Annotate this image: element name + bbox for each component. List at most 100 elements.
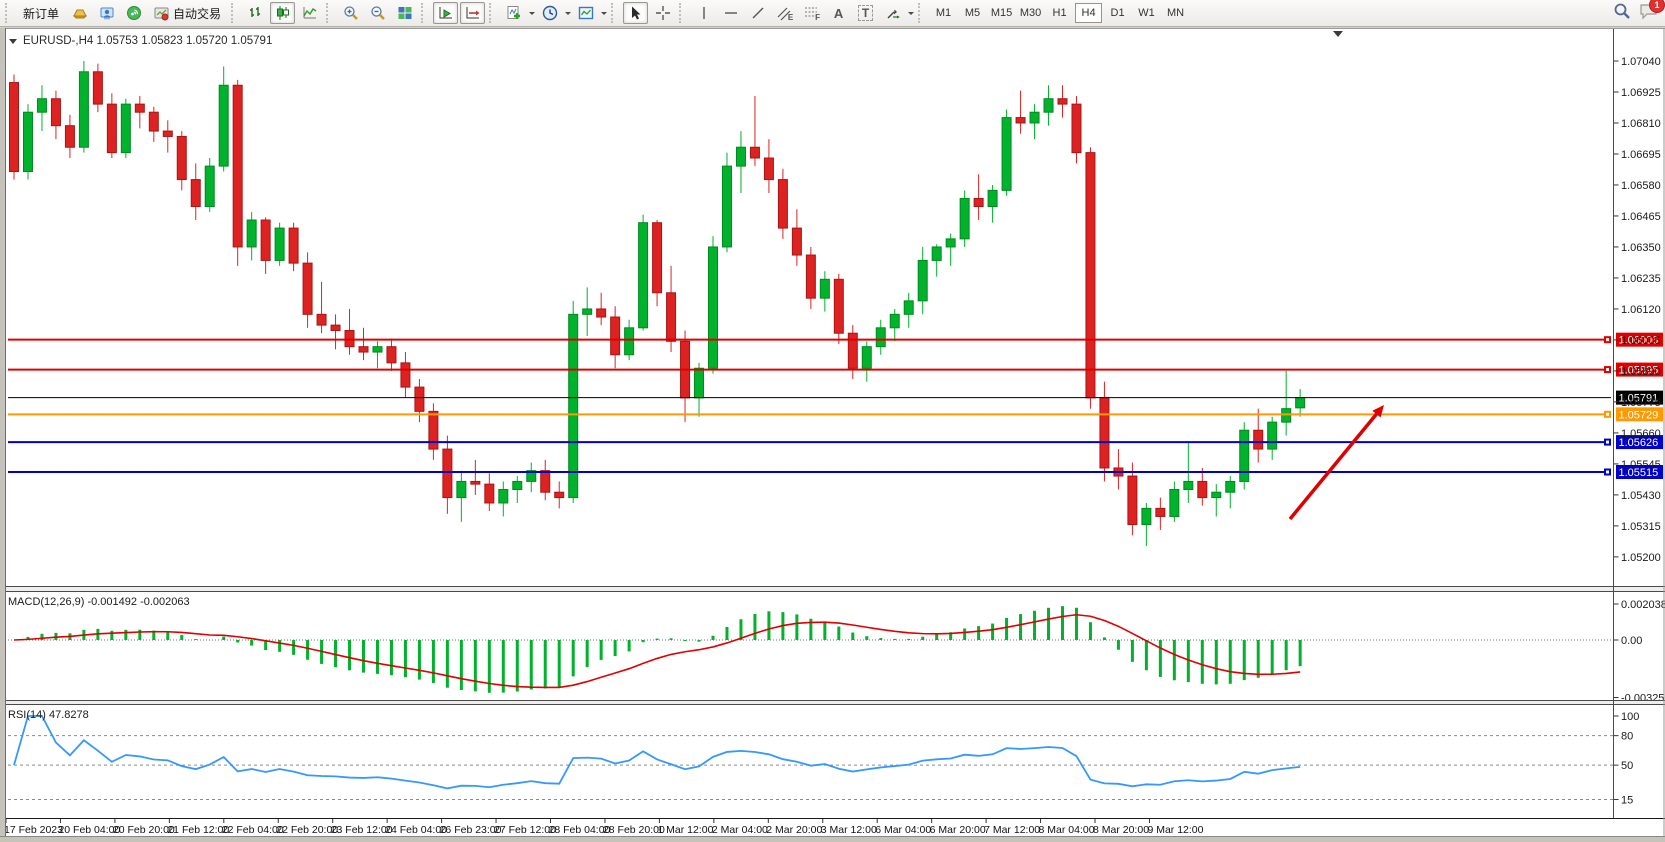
chart-area[interactable]: 1.060061.058951.057291.056261.055151.057… <box>0 28 1665 842</box>
svg-text:1.06925: 1.06925 <box>1621 87 1661 99</box>
tf-button-h1[interactable]: H1 <box>1046 3 1073 23</box>
tf-button-h4[interactable]: H4 <box>1075 3 1102 23</box>
search-icon <box>1613 2 1631 20</box>
bar-chart-icon <box>248 5 264 21</box>
tf-button-m1[interactable]: M1 <box>930 3 957 23</box>
signals-button[interactable] <box>121 2 146 24</box>
templates-button[interactable] <box>573 2 598 24</box>
svg-text:1.06465: 1.06465 <box>1621 211 1661 223</box>
fibonacci-button[interactable]: F <box>799 2 824 24</box>
svg-text:0.002038: 0.002038 <box>1621 599 1665 611</box>
svg-text:1 Mar 12:00: 1 Mar 12:00 <box>657 824 713 836</box>
horizontal-line-button[interactable] <box>718 2 743 24</box>
periods-dropdown-caret[interactable] <box>565 12 571 18</box>
mt4-window: { "toolbar": { "new_order": "新订单", "auto… <box>0 0 1665 842</box>
svg-text:1.05315: 1.05315 <box>1621 521 1661 533</box>
svg-text:1.06580: 1.06580 <box>1621 180 1661 192</box>
svg-text:1.06005: 1.06005 <box>1621 335 1661 347</box>
rsi-header: RSI(14) 47.8278 <box>8 709 89 721</box>
tf-button-m5[interactable]: M5 <box>959 3 986 23</box>
trendline-button[interactable] <box>745 2 770 24</box>
tf-button-m15[interactable]: M15 <box>988 3 1015 23</box>
zoom-in-icon <box>343 5 359 21</box>
arrows-tool-icon <box>885 5 901 21</box>
autotrading-button[interactable]: 自动交易 <box>147 1 228 25</box>
svg-text:1.05775: 1.05775 <box>1621 397 1661 409</box>
arrows-tool-button[interactable] <box>880 2 905 24</box>
auto-scroll-button[interactable] <box>433 2 458 24</box>
indicators-dropdown-caret[interactable] <box>529 12 535 18</box>
new-order-button[interactable]: 新订单 <box>16 1 66 25</box>
zoom-out-icon <box>370 5 386 21</box>
svg-text:1.05200: 1.05200 <box>1621 552 1661 564</box>
autotrading-icon <box>154 6 169 21</box>
toolbar-grip <box>326 3 334 23</box>
toolbar-grip <box>5 3 13 23</box>
tf-button-d1[interactable]: D1 <box>1104 3 1131 23</box>
line-chart-icon <box>302 5 318 21</box>
notifications-button[interactable]: 1 <box>1639 2 1659 25</box>
svg-text:23 Feb 12:00: 23 Feb 12:00 <box>331 824 393 836</box>
text-tool-glyph: A <box>834 6 843 21</box>
trendline-icon <box>750 5 766 21</box>
svg-text:7 Mar 12:00: 7 Mar 12:00 <box>984 824 1040 836</box>
community-person-icon <box>99 5 115 21</box>
cursor-arrow-icon <box>628 5 644 21</box>
chart-ohlc-header: EURUSD-,H4 1.05753 1.05823 1.05720 1.057… <box>23 35 272 47</box>
market-button[interactable] <box>67 2 92 24</box>
candlestick-icon <box>275 5 291 21</box>
channel-glyph: E <box>788 13 793 22</box>
svg-text:1.05430: 1.05430 <box>1621 490 1661 502</box>
svg-text:8 Mar 04:00: 8 Mar 04:00 <box>1039 824 1095 836</box>
svg-text:2 Mar 04:00: 2 Mar 04:00 <box>712 824 768 836</box>
zoom-out-button[interactable] <box>365 2 390 24</box>
svg-text:17 Feb 2023: 17 Feb 2023 <box>4 824 63 836</box>
svg-text:27 Feb 12:00: 27 Feb 12:00 <box>494 824 556 836</box>
svg-text:3 Mar 12:00: 3 Mar 12:00 <box>821 824 877 836</box>
svg-text:20 Feb 20:00: 20 Feb 20:00 <box>113 824 175 836</box>
indicators-button[interactable] <box>501 2 526 24</box>
search-button[interactable] <box>1613 2 1631 25</box>
tf-button-mn[interactable]: MN <box>1162 3 1189 23</box>
toolbar-grip <box>918 3 926 23</box>
svg-text:15: 15 <box>1621 795 1633 807</box>
svg-text:1.05890: 1.05890 <box>1621 366 1661 378</box>
line-chart-button[interactable] <box>297 2 322 24</box>
svg-text:2 Mar 20:00: 2 Mar 20:00 <box>766 824 822 836</box>
svg-text:22 Feb 20:00: 22 Feb 20:00 <box>276 824 338 836</box>
templates-dropdown-caret[interactable] <box>601 12 607 18</box>
tf-button-m30[interactable]: M30 <box>1017 3 1044 23</box>
cursor-button[interactable] <box>623 2 648 24</box>
main-toolbar: 新订单 自动交易 <box>0 0 1665 27</box>
template-icon <box>578 5 594 21</box>
candlestick-button[interactable] <box>270 2 295 24</box>
periods-button[interactable] <box>537 2 562 24</box>
auto-scroll-icon <box>438 5 454 21</box>
arrows-dropdown-caret[interactable] <box>908 12 914 18</box>
svg-text:1.07040: 1.07040 <box>1621 56 1661 68</box>
equidistant-channel-button[interactable]: E <box>772 2 797 24</box>
community-button[interactable] <box>94 2 119 24</box>
svg-text:20 Feb 04:00: 20 Feb 04:00 <box>58 824 120 836</box>
svg-text:1.06350: 1.06350 <box>1621 242 1661 254</box>
svg-text:6 Mar 20:00: 6 Mar 20:00 <box>930 824 986 836</box>
svg-text:0.00: 0.00 <box>1621 635 1642 647</box>
toolbar-grip <box>611 3 619 23</box>
crosshair-button[interactable] <box>650 2 675 24</box>
tile-windows-button[interactable] <box>392 2 417 24</box>
chart-shift-icon <box>465 5 481 21</box>
vertical-line-button[interactable] <box>691 2 716 24</box>
toolbar-grip <box>679 3 687 23</box>
zoom-in-button[interactable] <box>338 2 363 24</box>
bar-chart-button[interactable] <box>243 2 268 24</box>
svg-text:22 Feb 04:00: 22 Feb 04:00 <box>222 824 284 836</box>
svg-text:6 Mar 04:00: 6 Mar 04:00 <box>875 824 931 836</box>
svg-text:21 Feb 12:00: 21 Feb 12:00 <box>167 824 229 836</box>
tile-windows-icon <box>397 5 413 21</box>
tf-button-w1[interactable]: W1 <box>1133 3 1160 23</box>
svg-text:24 Feb 04:00: 24 Feb 04:00 <box>385 824 447 836</box>
autotrading-label: 自动交易 <box>173 5 221 22</box>
chart-shift-button[interactable] <box>460 2 485 24</box>
text-label-button[interactable]: T <box>853 2 878 24</box>
text-button[interactable]: A <box>826 2 851 24</box>
